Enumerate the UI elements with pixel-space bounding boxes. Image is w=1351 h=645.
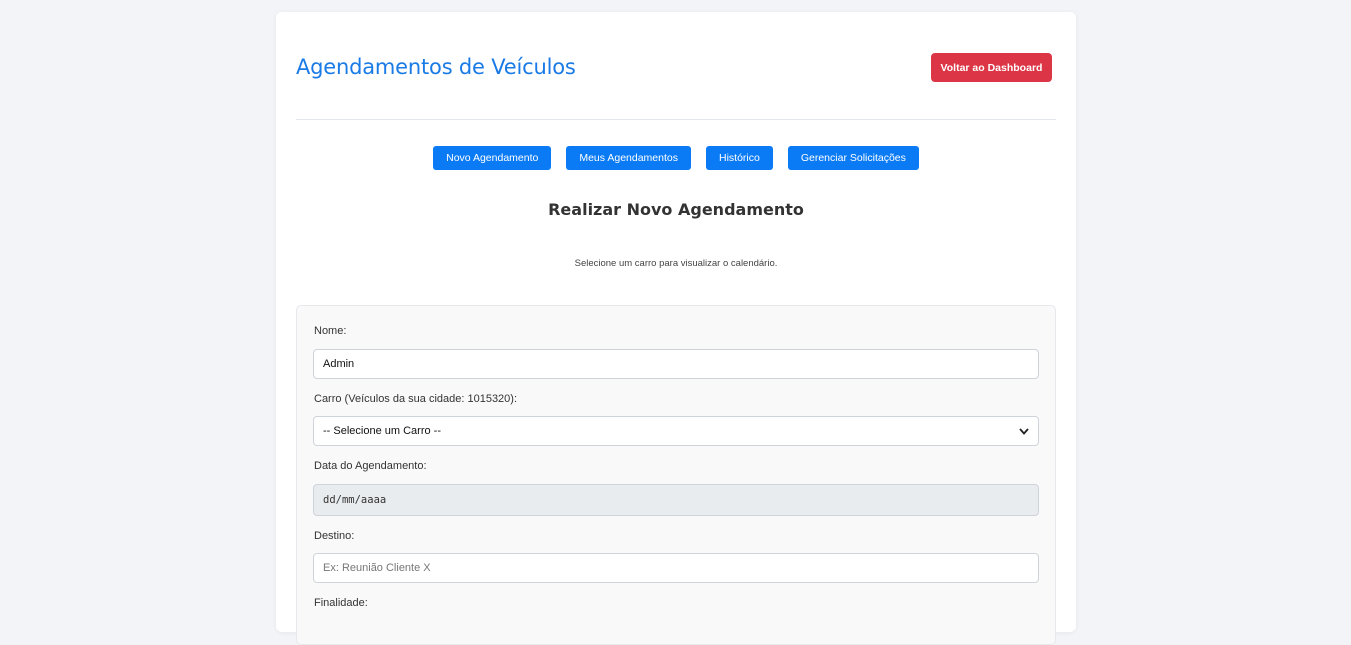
section-title: Realizar Novo Agendamento: [548, 200, 804, 219]
chevron-down-icon: [1019, 424, 1029, 438]
tab-nav: Novo Agendamento Meus Agendamentos Histó…: [276, 146, 1076, 170]
back-to-dashboard-button[interactable]: Voltar ao Dashboard: [931, 53, 1052, 82]
carro-label: Carro (Veículos da sua cidade: 1015320):: [314, 393, 518, 405]
tab-manage-requests[interactable]: Gerenciar Solicitações: [787, 146, 919, 170]
page-title: Agendamentos de Veículos: [296, 55, 576, 79]
data-label: Data do Agendamento:: [314, 460, 427, 472]
carro-selected-value: -- Selecione um Carro --: [323, 425, 441, 437]
destino-placeholder: Ex: Reunião Cliente X: [323, 562, 431, 574]
nome-input[interactable]: Admin: [313, 349, 1039, 379]
destino-label: Destino:: [314, 530, 355, 542]
finalidade-label: Finalidade:: [314, 597, 368, 609]
carro-select[interactable]: -- Selecione um Carro --: [313, 416, 1039, 446]
tab-my-bookings[interactable]: Meus Agendamentos: [566, 146, 691, 170]
booking-form: Nome: Admin Carro (Veículos da sua cidad…: [296, 305, 1056, 645]
tab-history[interactable]: Histórico: [706, 146, 773, 170]
page-header: Agendamentos de Veículos Voltar ao Dashb…: [296, 12, 1056, 120]
main-card: Agendamentos de Veículos Voltar ao Dashb…: [276, 12, 1076, 645]
nome-label: Nome:: [314, 325, 347, 337]
data-placeholder: dd/mm/aaaa: [323, 494, 387, 506]
data-input[interactable]: dd/mm/aaaa: [313, 484, 1039, 516]
destino-input[interactable]: Ex: Reunião Cliente X: [313, 553, 1039, 583]
tab-new-booking[interactable]: Novo Agendamento: [433, 146, 552, 170]
calendar-hint: Selecione um carro para visualizar o cal…: [574, 258, 778, 269]
nome-value: Admin: [323, 358, 355, 370]
